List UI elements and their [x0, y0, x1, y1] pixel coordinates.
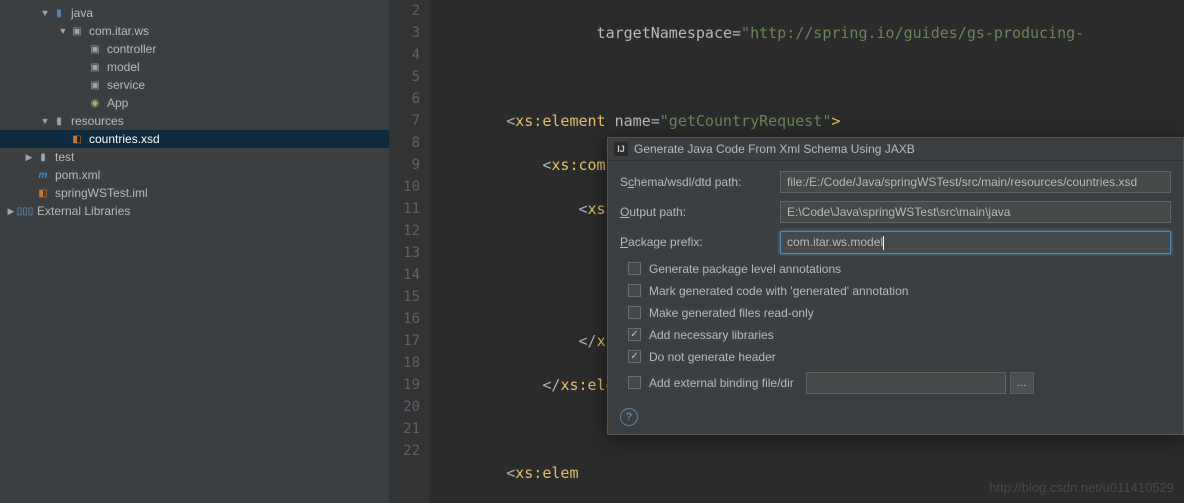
library-icon: ▯▯▯ [18, 204, 32, 218]
tree-label: controller [107, 42, 156, 56]
tree-label: service [107, 78, 145, 92]
iml-file-icon: ◧ [36, 186, 50, 200]
schema-path-input[interactable]: file:/E:/Code/Java/springWSTest/src/main… [780, 171, 1171, 193]
xsd-file-icon: ◧ [70, 132, 84, 146]
package-icon: ▣ [88, 60, 102, 74]
checkbox-checked-icon: ✓ [628, 328, 641, 341]
tree-label: External Libraries [37, 204, 130, 218]
checkbox-checked-icon: ✓ [628, 350, 641, 363]
tree-label: resources [71, 114, 124, 128]
tree-node-resources[interactable]: ▼▮ resources [0, 112, 389, 130]
checkbox-package-annotations[interactable]: Generate package level annotations [628, 262, 1171, 276]
browse-button[interactable]: ... [1010, 372, 1034, 394]
jaxb-dialog: IJ Generate Java Code From Xml Schema Us… [607, 137, 1184, 435]
tree-node-package[interactable]: ▼▣ com.itar.ws [0, 22, 389, 40]
tree-node-java[interactable]: ▼▮ java [0, 4, 389, 22]
checkbox-external-binding[interactable]: Add external binding file/dir ... [628, 372, 1171, 394]
chevron-right-icon: ▶ [24, 152, 34, 163]
tree-node-model[interactable]: ▣ model [0, 58, 389, 76]
checkbox-icon [628, 306, 641, 319]
gutter: 234 567 8910 111213 141516 171819 202122 [390, 0, 430, 503]
tree-node-countries-xsd[interactable]: ◧ countries.xsd [0, 130, 389, 148]
package-icon: ▣ [88, 78, 102, 92]
dialog-titlebar[interactable]: IJ Generate Java Code From Xml Schema Us… [608, 138, 1183, 161]
watermark: http://blog.csdn.net/u011410529 [989, 480, 1174, 495]
checkbox-icon [628, 376, 641, 389]
tree-node-test[interactable]: ▶▮ test [0, 148, 389, 166]
tree-node-controller[interactable]: ▣ controller [0, 40, 389, 58]
tree-node-external-libraries[interactable]: ▶▯▯▯ External Libraries [0, 202, 389, 220]
tree-label: com.itar.ws [89, 24, 149, 38]
package-icon: ▣ [70, 24, 84, 38]
tree-label: countries.xsd [89, 132, 160, 146]
intellij-icon: IJ [614, 142, 628, 156]
tree-label: java [71, 6, 93, 20]
maven-icon: m [36, 168, 50, 182]
chevron-down-icon: ▼ [40, 8, 50, 18]
output-path-input[interactable]: E:\Code\Java\springWSTest\src\main\java [780, 201, 1171, 223]
checkbox-mark-generated[interactable]: Mark generated code with 'generated' ann… [628, 284, 1171, 298]
tree-node-service[interactable]: ▣ service [0, 76, 389, 94]
tree-label: pom.xml [55, 168, 100, 182]
folder-icon: ▮ [36, 150, 50, 164]
tree-label: test [55, 150, 74, 164]
chevron-down-icon: ▼ [40, 116, 50, 126]
checkbox-read-only[interactable]: Make generated files read-only [628, 306, 1171, 320]
tree-label: springWSTest.iml [55, 186, 148, 200]
help-button[interactable]: ? [620, 408, 638, 426]
package-prefix-input[interactable]: com.itar.ws.model [780, 231, 1171, 254]
external-binding-input[interactable] [806, 372, 1006, 394]
checkbox-icon [628, 262, 641, 275]
output-path-label: Output path: [620, 205, 780, 219]
folder-icon: ▮ [52, 114, 66, 128]
package-prefix-label: Package prefix: [620, 235, 780, 249]
schema-path-label: Schema/wsdl/dtd path: [620, 175, 780, 189]
checkbox-add-libraries[interactable]: ✓ Add necessary libraries [628, 328, 1171, 342]
checkbox-no-header[interactable]: ✓ Do not generate header [628, 350, 1171, 364]
tree-node-iml[interactable]: ◧ springWSTest.iml [0, 184, 389, 202]
tree-node-pom[interactable]: m pom.xml [0, 166, 389, 184]
tree-node-app[interactable]: ◉ App [0, 94, 389, 112]
package-icon: ▣ [88, 42, 102, 56]
chevron-down-icon: ▼ [58, 26, 68, 36]
dialog-title-text: Generate Java Code From Xml Schema Using… [634, 142, 915, 156]
project-tree[interactable]: ▼▮java ▼▣com.itar.ws ▣controller ▣model … [0, 0, 390, 503]
tree-label: model [107, 60, 140, 74]
checkbox-icon [628, 284, 641, 297]
chevron-right-icon: ▶ [6, 206, 16, 217]
class-icon: ◉ [88, 96, 102, 110]
tree-label: App [107, 96, 128, 110]
folder-icon: ▮ [52, 6, 66, 20]
